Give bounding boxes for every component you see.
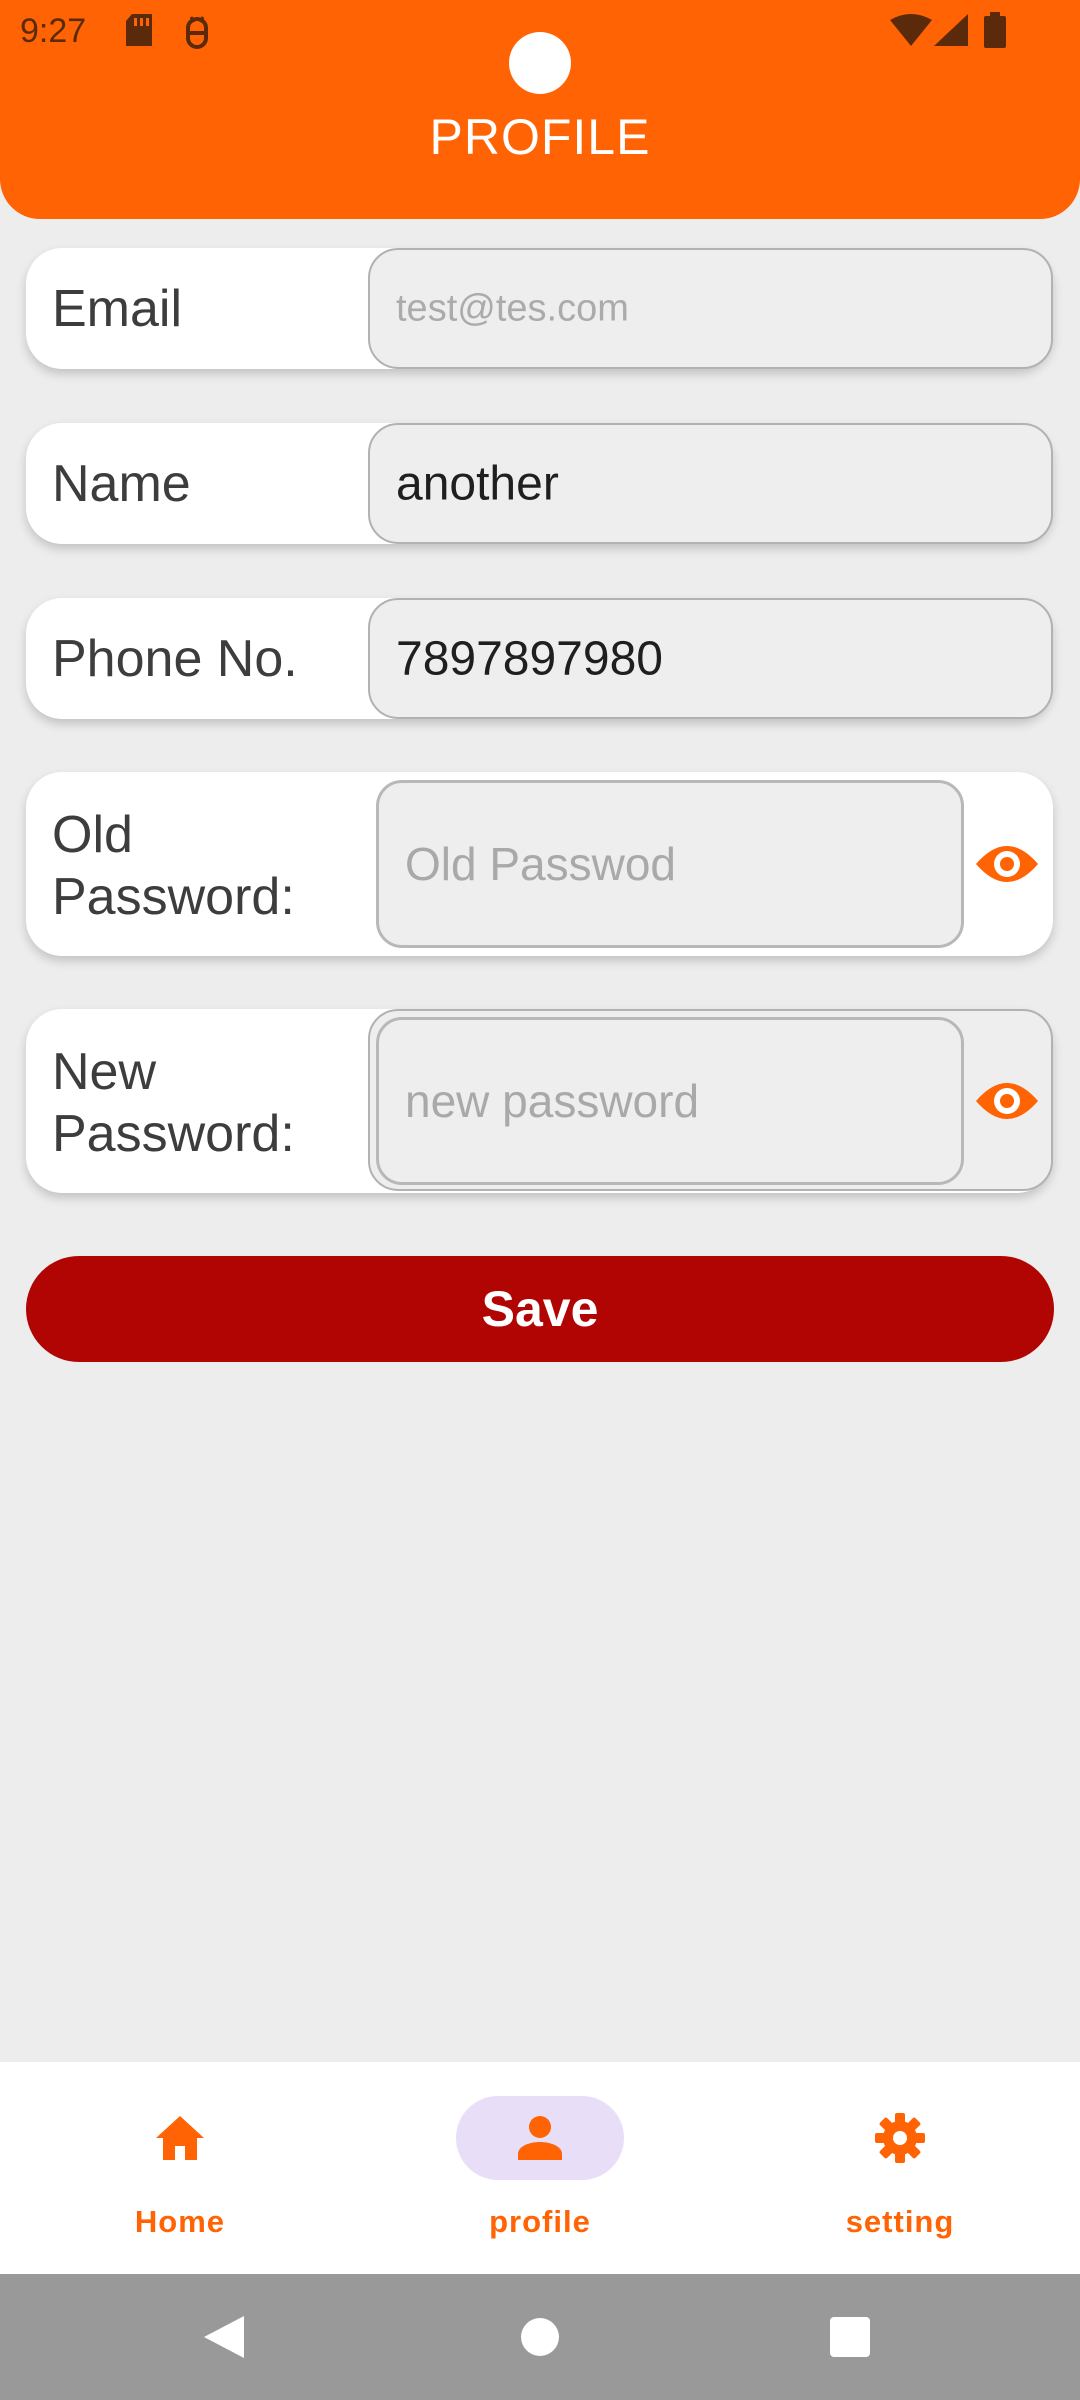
signal-icon bbox=[934, 14, 968, 46]
name-row: Name another bbox=[26, 423, 1053, 544]
new-password-label-line1: New bbox=[52, 1043, 157, 1101]
old-password-field[interactable]: Old Passwod bbox=[376, 780, 964, 948]
new-password-label: New Password: bbox=[52, 1041, 295, 1165]
system-navigation-bar bbox=[0, 2274, 1080, 2400]
old-password-row: Old Password: Old Passwod bbox=[26, 772, 1053, 956]
email-row: Email test@tes.com bbox=[26, 248, 1053, 369]
page-title: PROFILE bbox=[429, 109, 651, 165]
gear-icon bbox=[875, 2113, 925, 2163]
phone-label: Phone No. bbox=[52, 630, 298, 688]
new-password-placeholder: new password bbox=[405, 1075, 700, 1127]
avatar[interactable] bbox=[509, 32, 571, 94]
nav-item-home[interactable]: Home bbox=[0, 2062, 360, 2274]
new-password-field[interactable]: new password bbox=[376, 1017, 964, 1185]
home-circle-icon[interactable] bbox=[520, 2317, 560, 2357]
wifi-icon bbox=[890, 14, 932, 46]
old-password-label-line1: Old bbox=[52, 806, 133, 864]
nav-item-setting[interactable]: setting bbox=[720, 2062, 1080, 2274]
name-value: another bbox=[396, 457, 559, 510]
new-password-row: New Password: new password bbox=[26, 1009, 1053, 1193]
email-placeholder: test@tes.com bbox=[396, 287, 629, 329]
debug-icon bbox=[186, 16, 208, 49]
person-icon bbox=[518, 2116, 562, 2160]
bottom-navigation: Home profile setting bbox=[0, 2062, 1080, 2274]
old-password-label-line2: Password: bbox=[52, 868, 295, 926]
old-password-label: Old Password: bbox=[52, 804, 295, 928]
back-icon[interactable] bbox=[200, 2314, 246, 2360]
phone-field[interactable]: 7897897980 bbox=[368, 598, 1053, 719]
sd-card-icon bbox=[126, 14, 152, 46]
nav-label-home: Home bbox=[134, 2204, 226, 2239]
email-label: Email bbox=[52, 280, 183, 338]
nav-label-setting: setting bbox=[845, 2204, 955, 2239]
home-icon bbox=[156, 2116, 204, 2160]
name-field[interactable]: another bbox=[368, 423, 1053, 544]
battery-icon bbox=[984, 12, 1006, 48]
save-button[interactable]: Save bbox=[26, 1256, 1054, 1362]
email-field[interactable]: test@tes.com bbox=[368, 248, 1053, 369]
eye-icon[interactable] bbox=[974, 1079, 1040, 1123]
status-time: 9:27 bbox=[20, 12, 87, 50]
old-password-placeholder: Old Passwod bbox=[405, 838, 677, 890]
new-password-label-line2: Password: bbox=[52, 1105, 295, 1163]
name-label: Name bbox=[52, 455, 191, 513]
nav-item-profile[interactable]: profile bbox=[360, 2062, 720, 2274]
phone-value: 7897897980 bbox=[396, 632, 663, 685]
app-header: 9:27 PROFILE bbox=[0, 0, 1080, 219]
phone-row: Phone No. 7897897980 bbox=[26, 598, 1053, 719]
recents-icon[interactable] bbox=[830, 2317, 870, 2357]
nav-label-profile: profile bbox=[489, 2204, 591, 2239]
eye-icon[interactable] bbox=[974, 842, 1040, 886]
